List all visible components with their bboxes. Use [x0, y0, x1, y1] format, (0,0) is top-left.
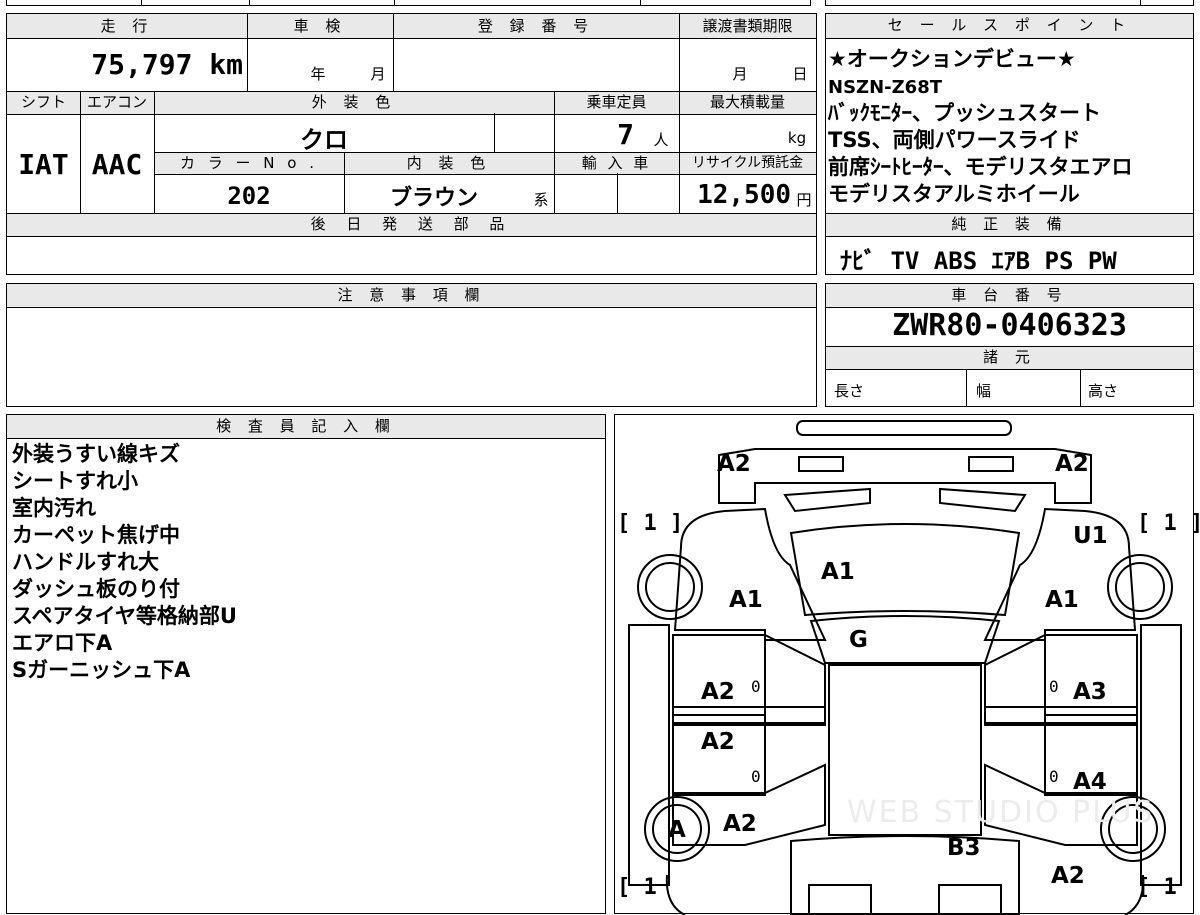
zero-mark: 0	[751, 767, 761, 786]
sales-point-line: TSS、両側パワースライド	[828, 128, 1081, 152]
interior-suffix: 系	[533, 191, 549, 209]
sales-point-line: 前席ｼｰﾄﾋｰﾀｰ、モデリスタエアロ	[828, 155, 1133, 179]
damage-mark-front-left: A2	[717, 451, 751, 477]
shift-value: IAT	[18, 148, 69, 181]
mileage-value: 75,797 km	[91, 48, 243, 81]
inspector-header: 検 査 員 記 入 欄	[7, 415, 605, 439]
capacity-unit: 人	[653, 131, 669, 149]
aircon-value: AAC	[91, 148, 143, 181]
inspector-line: エアロ下A	[12, 631, 113, 655]
inspector-line: 室内汚れ	[12, 496, 96, 520]
transfer-deadline-label: 譲渡書類期限	[702, 17, 793, 35]
recycle-unit: 円	[796, 191, 812, 209]
damage-mark-hood: A1	[821, 559, 855, 585]
sales-point-line: ★オークションデビュー★	[828, 47, 1076, 71]
inspector-line: シートすれ小	[12, 469, 138, 493]
mileage-label: 走 行	[100, 17, 154, 35]
top-cut-box-right	[825, 0, 1194, 6]
shift-label: シフト	[20, 93, 66, 111]
inspector-line: 外装うすい線キズ	[12, 442, 180, 466]
chassis-panel: 車 台 番 号 ZWR80-0406323 諸 元 長さ 幅 高さ	[825, 283, 1194, 407]
inspector-line: ダッシュ板のり付	[12, 577, 180, 601]
inspector-panel: 検 査 員 記 入 欄 外装うすい線キズ シートすれ小 室内汚れ カーペット焦げ…	[6, 414, 606, 914]
equipment-header: 純 正 装 備	[826, 213, 1193, 237]
damage-mark-front-right: A2	[1055, 451, 1089, 477]
specs-height: 高さ	[1088, 382, 1119, 400]
damage-mark-door-rear-left: A2	[701, 729, 735, 755]
interior-color-label: 内 装 色	[406, 154, 492, 172]
notes-panel: 注 意 事 項 欄	[6, 283, 817, 407]
import-label: 輸 入 車	[581, 154, 652, 172]
inspector-line: Sガーニッシュ下A	[12, 658, 191, 682]
damage-mark-rear-right: A2	[1051, 863, 1085, 889]
specs-width: 幅	[976, 382, 992, 400]
recycle-label: リサイクル預託金	[691, 155, 804, 171]
inspector-line: ハンドルすれ大	[12, 550, 159, 574]
tire-mark-left-front: [ 1 ]	[617, 511, 684, 536]
notes-header: 注 意 事 項 欄	[7, 284, 816, 308]
max-load-label: 最大積載量	[709, 93, 785, 111]
sales-point-line: モデリスタアルミホイール	[828, 182, 1080, 206]
exterior-color-label: 外 装 色	[311, 93, 397, 111]
damage-mark-rear-fender-left: A2	[723, 811, 757, 837]
damage-mark-door-front-right: A3	[1073, 679, 1107, 705]
car-diagram-panel: A2 A2 [ 1 ] [ 1 ] U1 A1 A1 A1 G A2 0 0 A…	[614, 414, 1200, 915]
tire-mark-right-front: [ 1 ]	[1137, 511, 1200, 536]
sales-points-panel: セ ー ル ス ポ イ ン ト ★オークションデビュー★ NSZN-Z68T ﾊ…	[825, 13, 1194, 275]
aircon-label: エアコン	[86, 93, 147, 111]
chassis-number: ZWR80-0406323	[892, 308, 1127, 343]
zero-mark: 0	[1049, 767, 1059, 786]
zero-mark: 0	[751, 677, 761, 696]
sales-point-line: NSZN-Z68T	[828, 77, 942, 98]
registration-label: 登 録 番 号	[477, 17, 595, 35]
capacity-value: 7	[617, 118, 634, 151]
recycle-value: 12,500	[697, 180, 791, 210]
equipment-value: ﾅﾋﾞ TV ABS ｴｱB PS PW	[840, 247, 1117, 275]
watermark: WEB STUDIO PLUS	[847, 795, 1155, 830]
zero-mark: 0	[1049, 677, 1059, 696]
car-outline-diagram	[628, 420, 1182, 915]
interior-color-value: ブラウン	[389, 186, 478, 211]
tire-mark-right-rear: [ 1	[1137, 875, 1177, 900]
sales-point-line: ﾊﾞｯｸﾓﾆﾀｰ、プッシュスタート	[828, 101, 1101, 125]
damage-mark-door-rear-right: A4	[1073, 769, 1107, 795]
max-load-unit: kg	[787, 129, 807, 147]
color-no-label: カ ラ ー N o .	[179, 154, 318, 172]
main-info-table: 走 行 車 検 登 録 番 号 譲渡書類期限 75,797 km 年 月 月 日…	[6, 13, 817, 275]
inspector-line: カーペット焦げ中	[12, 523, 180, 547]
damage-mark-right-u: U1	[1073, 523, 1108, 549]
later-parts-label: 後 日 発 送 部 品	[310, 215, 513, 233]
damage-mark-rear-glass: B3	[947, 835, 981, 861]
capacity-label: 乗車定員	[586, 93, 647, 111]
chassis-header: 車 台 番 号	[826, 284, 1193, 308]
shaken-label: 車 検	[293, 17, 347, 35]
top-cut-box-left	[6, 0, 811, 6]
specs-header: 諸 元	[826, 346, 1193, 370]
transfer-month: 月	[732, 65, 748, 83]
damage-mark-fender-left: A1	[729, 587, 763, 613]
damage-mark-door-front-left: A2	[701, 679, 735, 705]
color-no-value: 202	[227, 182, 271, 210]
exterior-color-value: クロ	[300, 126, 348, 154]
damage-mark-fender-right: A1	[1045, 587, 1079, 613]
sales-points-header: セ ー ル ス ポ イ ン ト	[826, 14, 1193, 39]
inspector-line: スペアタイヤ等格納部U	[12, 604, 237, 628]
damage-mark-roof: G	[849, 627, 868, 653]
specs-length: 長さ	[834, 382, 865, 400]
shaken-month: 月	[370, 65, 386, 83]
shaken-year: 年	[310, 65, 326, 83]
damage-mark-wheel-rear-left: A	[668, 817, 686, 843]
transfer-day: 日	[792, 65, 808, 83]
tire-mark-left-rear: [ 1	[617, 875, 657, 900]
